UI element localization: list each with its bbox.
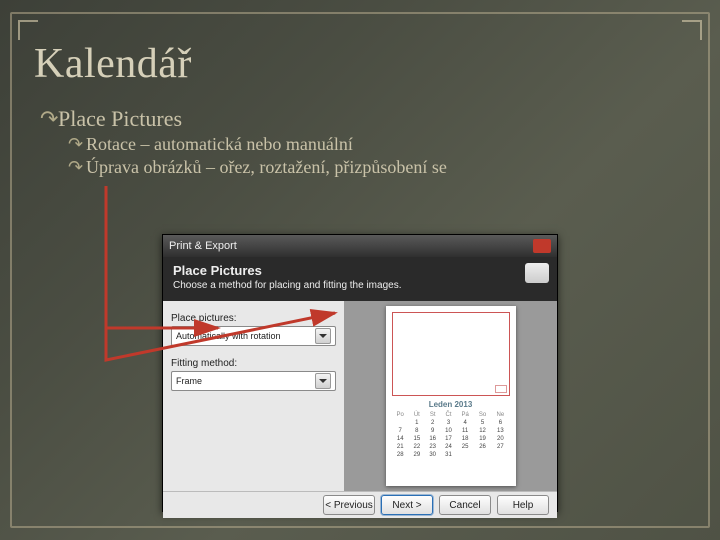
calendar-day: 17 bbox=[441, 435, 457, 443]
chevron-down-icon bbox=[315, 328, 331, 344]
calendar-dow: Čt bbox=[441, 411, 457, 419]
dialog-left-panel: Place pictures: Automatically with rotat… bbox=[163, 301, 344, 491]
bullet-text: Úprava obrázků – ořez, roztažení, přizpů… bbox=[86, 157, 447, 177]
label-fitting-method: Fitting method: bbox=[171, 358, 336, 369]
combo-place-pictures[interactable]: Automatically with rotation bbox=[171, 326, 336, 346]
calendar-day: 27 bbox=[491, 443, 509, 451]
chevron-down-icon bbox=[315, 373, 331, 389]
calendar-day: 26 bbox=[474, 443, 491, 451]
calendar-day: 30 bbox=[425, 451, 441, 459]
bullet-level1: ↷Place Pictures bbox=[40, 106, 686, 132]
calendar-day bbox=[456, 451, 473, 459]
calendar-dow: Ne bbox=[491, 411, 509, 419]
slide-title: Kalendář bbox=[34, 40, 686, 88]
bullet-text: Place Pictures bbox=[58, 106, 182, 131]
calendar-day: 19 bbox=[474, 435, 491, 443]
calendar-day: 29 bbox=[409, 451, 425, 459]
calendar-dow: Pá bbox=[456, 411, 473, 419]
label-place-pictures: Place pictures: bbox=[171, 313, 336, 324]
calendar-grid: PoÚtStČtPáSoNe 1234567891011121314151617… bbox=[392, 411, 510, 459]
calendar-day: 12 bbox=[474, 427, 491, 435]
close-icon[interactable] bbox=[533, 239, 551, 253]
calendar-day: 25 bbox=[456, 443, 473, 451]
preview-photo-placeholder bbox=[392, 312, 510, 396]
dialog-window-title: Print & Export bbox=[169, 240, 237, 252]
calendar-day bbox=[474, 451, 491, 459]
calendar-day: 6 bbox=[491, 419, 509, 427]
calendar-day bbox=[491, 451, 509, 459]
calendar-day: 8 bbox=[409, 427, 425, 435]
calendar-day: 15 bbox=[409, 435, 425, 443]
calendar-day: 4 bbox=[456, 419, 473, 427]
calendar-day: 3 bbox=[441, 419, 457, 427]
calendar-day: 11 bbox=[456, 427, 473, 435]
calendar-dow: Út bbox=[409, 411, 425, 419]
bullet-level2-b: ↷Úprava obrázků – ořez, roztažení, přizp… bbox=[68, 157, 686, 178]
dialog-header-subtitle: Choose a method for placing and fitting … bbox=[173, 280, 547, 291]
calendar-title: Leden 2013 bbox=[392, 400, 510, 409]
calendar-day: 24 bbox=[441, 443, 457, 451]
dialog-header: Place Pictures Choose a method for placi… bbox=[163, 257, 557, 301]
calendar-day: 10 bbox=[441, 427, 457, 435]
bullet-level2-a: ↷Rotace – automatická nebo manuální bbox=[68, 134, 686, 155]
calendar-day: 28 bbox=[392, 451, 409, 459]
calendar-day: 7 bbox=[392, 427, 409, 435]
calendar-day: 18 bbox=[456, 435, 473, 443]
dialog-preview-area: Leden 2013 PoÚtStČtPáSoNe 12345678910111… bbox=[344, 301, 557, 491]
calendar-day: 31 bbox=[441, 451, 457, 459]
cancel-button[interactable]: Cancel bbox=[439, 495, 491, 515]
calendar-dow: So bbox=[474, 411, 491, 419]
dialog-titlebar: Print & Export bbox=[163, 235, 557, 257]
calendar-day: 22 bbox=[409, 443, 425, 451]
calendar-day: 2 bbox=[425, 419, 441, 427]
combo-value: Frame bbox=[176, 376, 202, 386]
preview-page: Leden 2013 PoÚtStČtPáSoNe 12345678910111… bbox=[386, 306, 516, 486]
calendar-day: 1 bbox=[409, 419, 425, 427]
printer-icon bbox=[525, 263, 549, 283]
next-button[interactable]: Next > bbox=[381, 495, 433, 515]
help-button[interactable]: Help bbox=[497, 495, 549, 515]
calendar-day: 20 bbox=[491, 435, 509, 443]
screenshot-dialog: Print & Export Place Pictures Choose a m… bbox=[162, 234, 558, 512]
calendar-day: 5 bbox=[474, 419, 491, 427]
combo-fitting-method[interactable]: Frame bbox=[171, 371, 336, 391]
calendar-dow: St bbox=[425, 411, 441, 419]
calendar-day: 16 bbox=[425, 435, 441, 443]
calendar-dow: Po bbox=[392, 411, 409, 419]
dialog-footer: < Previous Next > Cancel Help bbox=[163, 491, 557, 518]
calendar-day bbox=[392, 419, 409, 427]
combo-value: Automatically with rotation bbox=[176, 331, 281, 341]
calendar-day: 14 bbox=[392, 435, 409, 443]
calendar-day: 13 bbox=[491, 427, 509, 435]
calendar-day: 23 bbox=[425, 443, 441, 451]
previous-button[interactable]: < Previous bbox=[323, 495, 375, 515]
calendar-day: 9 bbox=[425, 427, 441, 435]
calendar-day: 21 bbox=[392, 443, 409, 451]
bullet-text: Rotace – automatická nebo manuální bbox=[86, 134, 353, 154]
dialog-header-title: Place Pictures bbox=[173, 263, 547, 278]
